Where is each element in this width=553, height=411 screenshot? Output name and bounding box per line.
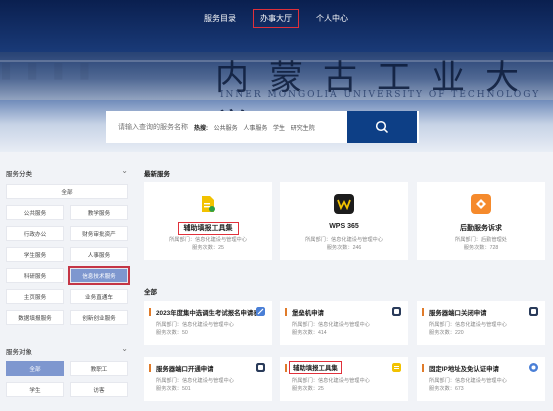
service-card[interactable]: 辅助填报工具集 所属部门：信息化建设与管理中心 服务次数：25 bbox=[280, 357, 408, 401]
service-name: 堡垒机申请 bbox=[292, 310, 324, 317]
service-dept: 所属部门：信息化建设与管理中心 bbox=[429, 322, 507, 328]
service-card[interactable]: 堡垒机申请 所属部门：信息化建设与管理中心 服务次数：414 bbox=[280, 301, 408, 345]
tool-icon bbox=[392, 363, 401, 372]
service-card[interactable]: 2023年度集中选调生考试报名申请表 所属部门：信息化建设与管理中心 服务次数：… bbox=[144, 301, 272, 345]
search-button[interactable] bbox=[347, 111, 417, 143]
service-count: 服务次数：414 bbox=[292, 330, 327, 336]
service-dept: 所属部门：信息化建设与管理中心 bbox=[429, 378, 507, 384]
audience-item[interactable]: 教职工 bbox=[70, 361, 128, 376]
latest-service-dept: 所属部门：后勤管理处 bbox=[455, 237, 507, 243]
hot-search-item[interactable]: 人事服务 bbox=[243, 126, 267, 132]
audience-item[interactable]: 访客 bbox=[70, 382, 128, 397]
wps-icon bbox=[334, 194, 354, 214]
service-card[interactable]: 服务器端口关闭申请 所属部门：信息化建设与管理中心 服务次数：220 bbox=[417, 301, 545, 345]
accent-bar bbox=[422, 308, 424, 316]
latest-service-name: WPS 365 bbox=[329, 223, 359, 230]
service-count: 服务次数：25 bbox=[292, 386, 324, 392]
hot-search-item[interactable]: 学生 bbox=[273, 126, 285, 132]
service-dept: 所属部门：信息化建设与管理中心 bbox=[292, 322, 370, 328]
accent-bar bbox=[422, 364, 424, 372]
chevron-down-icon[interactable]: ⌄ bbox=[121, 166, 128, 175]
category-item[interactable]: 科研服务 bbox=[6, 268, 64, 283]
service-name: 固定IP地址及免认证申请 bbox=[429, 366, 499, 373]
category-item[interactable]: 行政办公 bbox=[6, 226, 64, 241]
university-english-name: INNER MONGOLIA UNIVERSITY OF TECHNOLOGY bbox=[220, 90, 541, 100]
service-count: 服务次数：220 bbox=[429, 330, 464, 336]
category-item[interactable]: 主页服务 bbox=[6, 289, 64, 304]
service-name: 辅助填报工具集 bbox=[289, 361, 342, 374]
logistics-icon bbox=[471, 194, 491, 214]
category-item[interactable]: 学生服务 bbox=[6, 247, 64, 262]
all-services-title: 全部 bbox=[144, 289, 157, 296]
accent-bar bbox=[149, 364, 151, 372]
nav-service-catalog[interactable]: 服务目录 bbox=[204, 13, 236, 24]
latest-service-count: 服务次数：25 bbox=[192, 245, 224, 251]
category-item[interactable]: 财务审批资产 bbox=[70, 226, 128, 241]
latest-service-card[interactable]: 辅助填报工具集 所属部门：信息化建设与管理中心 服务次数：25 bbox=[144, 182, 272, 260]
server-icon bbox=[392, 307, 401, 316]
latest-service-card[interactable]: 后勤服务诉求 所属部门：后勤管理处 服务次数：728 bbox=[417, 182, 545, 260]
tool-icon bbox=[198, 194, 218, 214]
service-card[interactable]: 固定IP地址及免认证申请 所属部门：信息化建设与管理中心 服务次数：673 bbox=[417, 357, 545, 401]
service-count: 服务次数：501 bbox=[156, 386, 191, 392]
service-count: 服务次数：673 bbox=[429, 386, 464, 392]
hot-searches: 热搜: 公共服务 人事服务 学生 研究生院 bbox=[194, 123, 319, 132]
category-item[interactable]: 公共服务 bbox=[6, 205, 64, 220]
category-item[interactable]: 业务直通车 bbox=[70, 289, 128, 304]
category-item[interactable]: 教学服务 bbox=[70, 205, 128, 220]
server-icon bbox=[256, 363, 265, 372]
category-item-selected[interactable]: 信息技术服务 bbox=[68, 266, 130, 285]
service-count: 服务次数：50 bbox=[156, 330, 188, 336]
top-nav: 服务目录 办事大厅 个人中心 bbox=[0, 0, 553, 40]
hot-search-item[interactable]: 研究生院 bbox=[291, 126, 315, 132]
accent-bar bbox=[285, 308, 287, 316]
category-item[interactable]: 创新创业服务 bbox=[70, 310, 128, 325]
sidebar: 服务分类 ⌄ 全部 公共服务 教学服务 行政办公 财务审批资产 学生服务 人事服… bbox=[0, 152, 136, 411]
accent-bar bbox=[285, 364, 287, 372]
latest-service-count: 服务次数：246 bbox=[326, 245, 362, 251]
hot-search-item[interactable]: 公共服务 bbox=[214, 126, 238, 132]
network-icon bbox=[529, 363, 538, 372]
latest-service-name: 后勤服务诉求 bbox=[460, 225, 502, 232]
audience-item[interactable]: 学生 bbox=[6, 382, 64, 397]
service-category-title: 服务分类 bbox=[6, 171, 32, 178]
latest-services-title: 最新服务 bbox=[144, 171, 170, 178]
service-dept: 所属部门：信息化建设与管理中心 bbox=[156, 322, 234, 328]
service-dept: 所属部门：信息化建设与管理中心 bbox=[292, 378, 370, 384]
accent-bar bbox=[149, 308, 151, 316]
search-icon bbox=[375, 120, 389, 134]
service-name: 服务器端口关闭申请 bbox=[429, 310, 487, 317]
latest-service-card[interactable]: WPS 365 所属部门：信息化建设与管理中心 服务次数：246 bbox=[280, 182, 408, 260]
category-item[interactable]: 人事服务 bbox=[70, 247, 128, 262]
service-card[interactable]: 服务器端口开通申请 所属部门：信息化建设与管理中心 服务次数：501 bbox=[144, 357, 272, 401]
server-icon bbox=[529, 307, 538, 316]
service-name: 2023年度集中选调生考试报名申请表 bbox=[156, 310, 260, 317]
latest-service-name: 辅助填报工具集 bbox=[144, 222, 272, 235]
hero-banner: ▮▮▮▮ 内蒙古工业大学 INNER MONGOLIA UNIVERSITY O… bbox=[0, 0, 553, 152]
nav-service-hall[interactable]: 办事大厅 bbox=[253, 9, 299, 28]
main-content: 最新服务 辅助填报工具集 所属部门：信息化建设与管理中心 服务次数：25 WPS… bbox=[140, 152, 553, 411]
service-name: 服务器端口开通申请 bbox=[156, 366, 214, 373]
service-dept: 所属部门：信息化建设与管理中心 bbox=[156, 378, 234, 384]
edit-form-icon bbox=[256, 307, 265, 316]
chevron-down-icon[interactable]: ⌄ bbox=[121, 344, 128, 353]
latest-service-dept: 所属部门：信息化建设与管理中心 bbox=[169, 237, 247, 243]
latest-service-count: 服务次数：728 bbox=[463, 245, 499, 251]
audience-item-selected[interactable]: 全部 bbox=[6, 361, 64, 376]
hot-search-label: 热搜: bbox=[194, 126, 208, 132]
nav-personal-center[interactable]: 个人中心 bbox=[316, 13, 348, 24]
category-item[interactable]: 数据填报服务 bbox=[6, 310, 64, 325]
category-all[interactable]: 全部 bbox=[6, 184, 128, 199]
latest-service-dept: 所属部门：信息化建设与管理中心 bbox=[305, 237, 383, 243]
service-audience-title: 服务对象 bbox=[6, 349, 32, 356]
